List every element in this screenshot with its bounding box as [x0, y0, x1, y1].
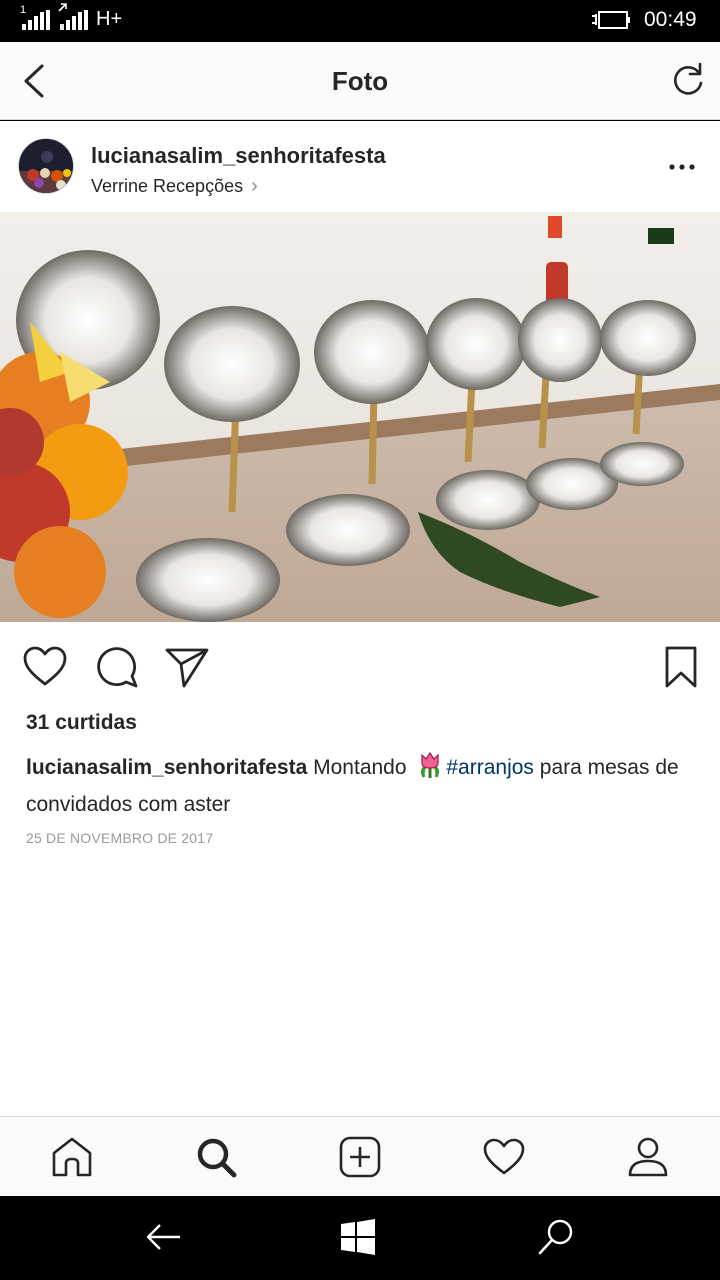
photo-flower-arrangements [0, 212, 720, 622]
heart-icon[interactable] [22, 644, 68, 690]
avatar[interactable] [18, 138, 74, 194]
sim1-label: 1 [20, 4, 27, 16]
signal-sim2-icon [58, 3, 88, 30]
share-icon[interactable] [164, 644, 210, 690]
avatar-image [19, 139, 73, 193]
post-caption: lucianasalim_senhoritafesta Montando #ar… [26, 749, 696, 823]
post-location[interactable]: Verrine Recepções › [91, 175, 258, 198]
caption-username[interactable]: lucianasalim_senhoritafesta [26, 756, 307, 779]
activity-heart-icon[interactable] [482, 1135, 526, 1179]
clock: 00:49 [644, 8, 697, 31]
post-actions [0, 622, 720, 710]
refresh-icon[interactable] [668, 60, 708, 100]
comment-icon[interactable] [94, 644, 140, 690]
caption-hashtag[interactable]: #arranjos [446, 756, 534, 779]
profile-icon[interactable] [626, 1135, 670, 1179]
battery-charging-icon [592, 11, 630, 29]
chevron-right-icon: › [251, 175, 258, 197]
add-icon[interactable] [338, 1135, 382, 1179]
network-type: H+ [96, 8, 123, 30]
bottom-tab-bar [0, 1116, 720, 1196]
tulip-emoji-icon [421, 751, 440, 778]
likes-count[interactable]: 31 curtidas [26, 711, 137, 735]
page-title: Foto [331, 66, 389, 96]
post-photo[interactable] [0, 212, 720, 622]
more-options-icon[interactable] [668, 157, 696, 177]
windows-nav-bar [0, 1196, 720, 1280]
back-arrow-icon[interactable] [144, 1216, 184, 1258]
search-icon[interactable] [194, 1135, 238, 1179]
post-username[interactable]: lucianasalim_senhoritafesta [91, 143, 386, 169]
status-bar: 1 H+ 00:49 [0, 0, 720, 42]
search-magnifier-icon[interactable] [536, 1216, 576, 1258]
location-label: Verrine Recepções [91, 176, 244, 196]
post-date: 25 DE NOVEMBRO DE 2017 [26, 830, 214, 846]
post-header: lucianasalim_senhoritafesta Verrine Rece… [0, 121, 720, 212]
post-view: lucianasalim_senhoritafesta Verrine Rece… [0, 121, 720, 1116]
windows-start-icon[interactable] [338, 1216, 378, 1258]
home-icon[interactable] [50, 1135, 94, 1179]
caption-text-before: Montando [307, 756, 413, 779]
signal-sim1-icon: 1 [20, 4, 50, 30]
bookmark-icon[interactable] [658, 644, 704, 690]
app-header: Foto [0, 42, 720, 120]
